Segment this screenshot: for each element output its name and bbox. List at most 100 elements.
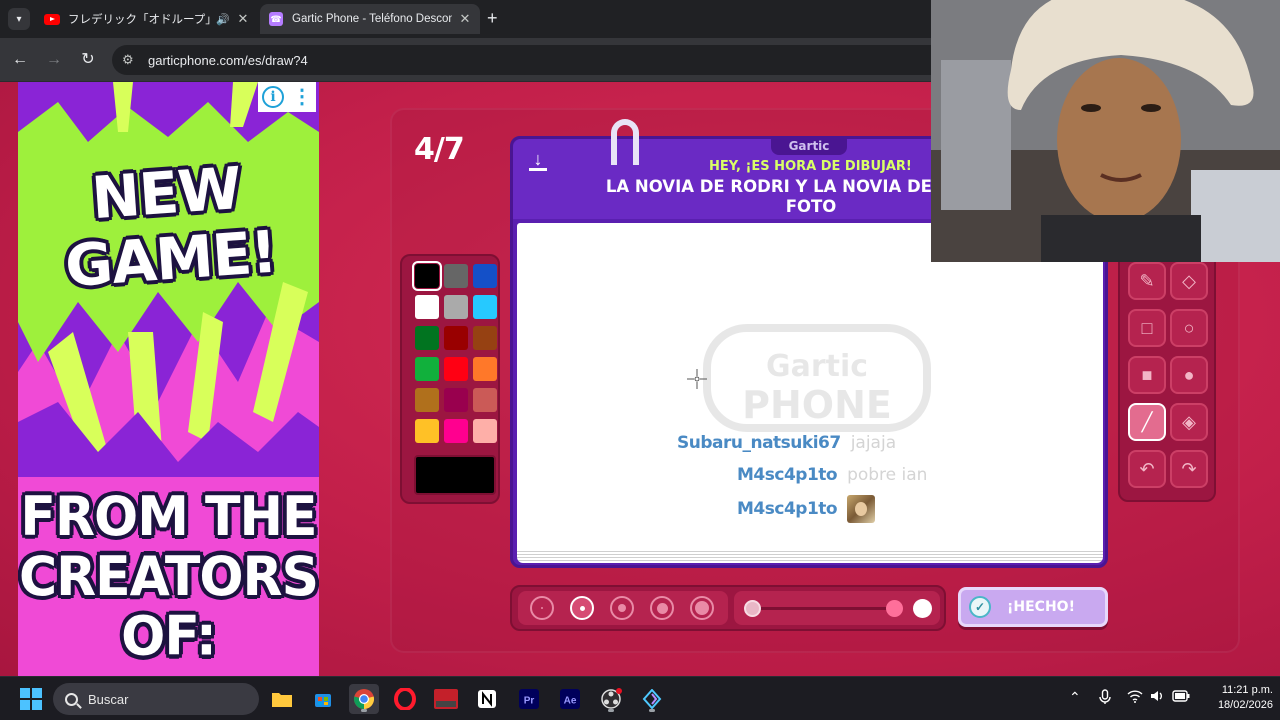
brush-size-option[interactable] [610, 596, 634, 620]
hook-icon [611, 119, 639, 165]
prompt-hint: HEY, ¡ES HORA DE DIBUJAR! [709, 159, 912, 174]
color-swatch[interactable] [412, 261, 442, 291]
new-tab-button[interactable]: + [487, 8, 498, 28]
running-indicator [608, 709, 614, 712]
system-clock[interactable]: 11:21 p.m. 18/02/2026 [1195, 683, 1273, 713]
premiere-icon[interactable]: Pr [514, 684, 544, 714]
windows-taskbar: Buscar Pr Ae ⌃ 11:21 p.m. 18/02/2026 [0, 676, 1280, 720]
opacity-max-icon [913, 599, 932, 618]
drawing-canvas[interactable]: Gartic PHONE Subaru_natsuki67 jajaja M4s… [517, 223, 1103, 555]
ad-choices[interactable]: i ⋮ [258, 82, 316, 112]
file-explorer-icon[interactable] [267, 684, 297, 714]
color-swatch[interactable] [415, 419, 439, 443]
brush-size-option[interactable] [530, 596, 554, 620]
taskbar-search[interactable]: Buscar [53, 683, 259, 715]
done-label: ¡HECHO! [1007, 599, 1075, 615]
brush-size-option[interactable] [650, 596, 674, 620]
tab-youtube[interactable]: フレデリック「オドループ」Music V 🔊 ✕ [36, 4, 258, 34]
tab-title: Gartic Phone - Teléfono Descon [292, 13, 452, 25]
wifi-icon[interactable] [1127, 689, 1143, 706]
color-swatch[interactable] [444, 326, 468, 350]
battery-icon[interactable] [1172, 689, 1190, 705]
color-swatch[interactable] [444, 295, 468, 319]
close-icon[interactable]: ✕ [458, 11, 472, 27]
windows-start-icon[interactable] [20, 688, 42, 710]
chat-message: M4sc4p1to pobre ian [737, 465, 927, 485]
pencil-icon[interactable]: ✎ [1128, 262, 1166, 300]
undo-icon[interactable]: ↶ [1128, 450, 1166, 488]
color-swatch[interactable] [444, 388, 468, 412]
opacity-slider[interactable] [734, 591, 940, 625]
brush-size-dot [541, 607, 543, 609]
close-icon[interactable]: ✕ [236, 11, 250, 27]
store-icon[interactable] [308, 684, 338, 714]
rectangle-outline-icon[interactable]: □ [1128, 309, 1166, 347]
eraser-icon[interactable]: ◇ [1170, 262, 1208, 300]
rectangle-filled-icon[interactable]: ■ [1128, 356, 1166, 394]
canvas-page-edge [517, 549, 1103, 563]
webcam-feed-image [931, 0, 1280, 262]
chat-text: pobre ian [847, 465, 928, 485]
color-swatch[interactable] [473, 419, 497, 443]
color-swatch[interactable] [415, 357, 439, 381]
youtube-icon [44, 11, 60, 27]
microphone-icon[interactable] [1099, 689, 1111, 708]
color-swatch[interactable] [415, 326, 439, 350]
color-swatch[interactable] [415, 388, 439, 412]
site-settings-icon[interactable]: ⚙ [122, 52, 138, 68]
circle-outline-icon[interactable]: ○ [1170, 309, 1208, 347]
brush-size-option[interactable] [690, 596, 714, 620]
reload-icon[interactable]: ↻ [78, 50, 98, 70]
color-swatch[interactable] [444, 357, 468, 381]
watermark-bottom-text: PHONE [742, 383, 892, 427]
after-effects-icon[interactable]: Ae [555, 684, 585, 714]
speaker-icon[interactable]: 🔊 [216, 13, 230, 26]
brush-size-dot [618, 604, 626, 612]
chrome-icon[interactable] [349, 684, 379, 714]
tab-gartic-phone[interactable]: ☎ Gartic Phone - Teléfono Descon ✕ [260, 4, 480, 34]
chat-message: Subaru_natsuki67 jajaja [677, 433, 896, 453]
color-swatch[interactable] [444, 264, 468, 288]
photo-sticker [847, 495, 876, 523]
running-indicator [361, 709, 367, 712]
running-indicator [649, 709, 655, 712]
color-swatch[interactable] [444, 419, 468, 443]
brush-size-dot [695, 601, 709, 615]
brush-size-dot [579, 605, 585, 611]
color-swatch[interactable] [473, 295, 497, 319]
fill-bucket-icon[interactable]: ◈ [1170, 403, 1208, 441]
opera-icon[interactable] [390, 684, 420, 714]
tab-search-button[interactable]: ▾ [8, 8, 30, 30]
ad-headline: NEW GAME! [63, 153, 279, 301]
voicemeeter-icon[interactable] [431, 684, 461, 714]
notion-icon[interactable] [472, 684, 502, 714]
circle-filled-icon[interactable]: ● [1170, 356, 1208, 394]
redo-icon[interactable]: ↷ [1170, 450, 1208, 488]
check-icon: ✓ [969, 596, 991, 618]
info-icon[interactable]: i [262, 86, 284, 108]
color-swatch[interactable] [415, 295, 439, 319]
forward-arrow-icon[interactable]: → [44, 50, 64, 70]
color-swatch[interactable] [473, 326, 497, 350]
line-icon[interactable]: ╱ [1128, 403, 1166, 441]
brush-size-option[interactable] [570, 596, 594, 620]
crosshair-cursor-icon [687, 369, 707, 389]
brush-size-selector [518, 591, 728, 625]
back-arrow-icon[interactable]: ← [10, 50, 30, 70]
obs-icon[interactable] [596, 684, 626, 714]
app-icon[interactable] [637, 684, 667, 714]
color-swatch[interactable] [473, 264, 497, 288]
drawing-tools: ✎ ◇ □ ○ ■ ● ╱ ◈ ↶ ↷ [1118, 252, 1216, 502]
chat-username: M4sc4p1to [737, 499, 838, 519]
color-swatch[interactable] [473, 388, 497, 412]
search-icon [65, 692, 78, 706]
color-swatch[interactable] [473, 357, 497, 381]
chevron-up-icon[interactable]: ⌃ [1069, 689, 1081, 706]
done-button[interactable]: ✓ ¡HECHO! [958, 587, 1108, 627]
more-options-icon[interactable]: ⋮ [292, 87, 312, 107]
download-icon[interactable]: ↓ [527, 149, 549, 171]
volume-icon[interactable] [1150, 689, 1166, 706]
color-swatches [412, 261, 497, 443]
advertisement-banner[interactable]: NEW GAME! FROM THE CREATORS OF: i ⋮ [18, 82, 319, 676]
opacity-handle[interactable] [886, 600, 903, 617]
